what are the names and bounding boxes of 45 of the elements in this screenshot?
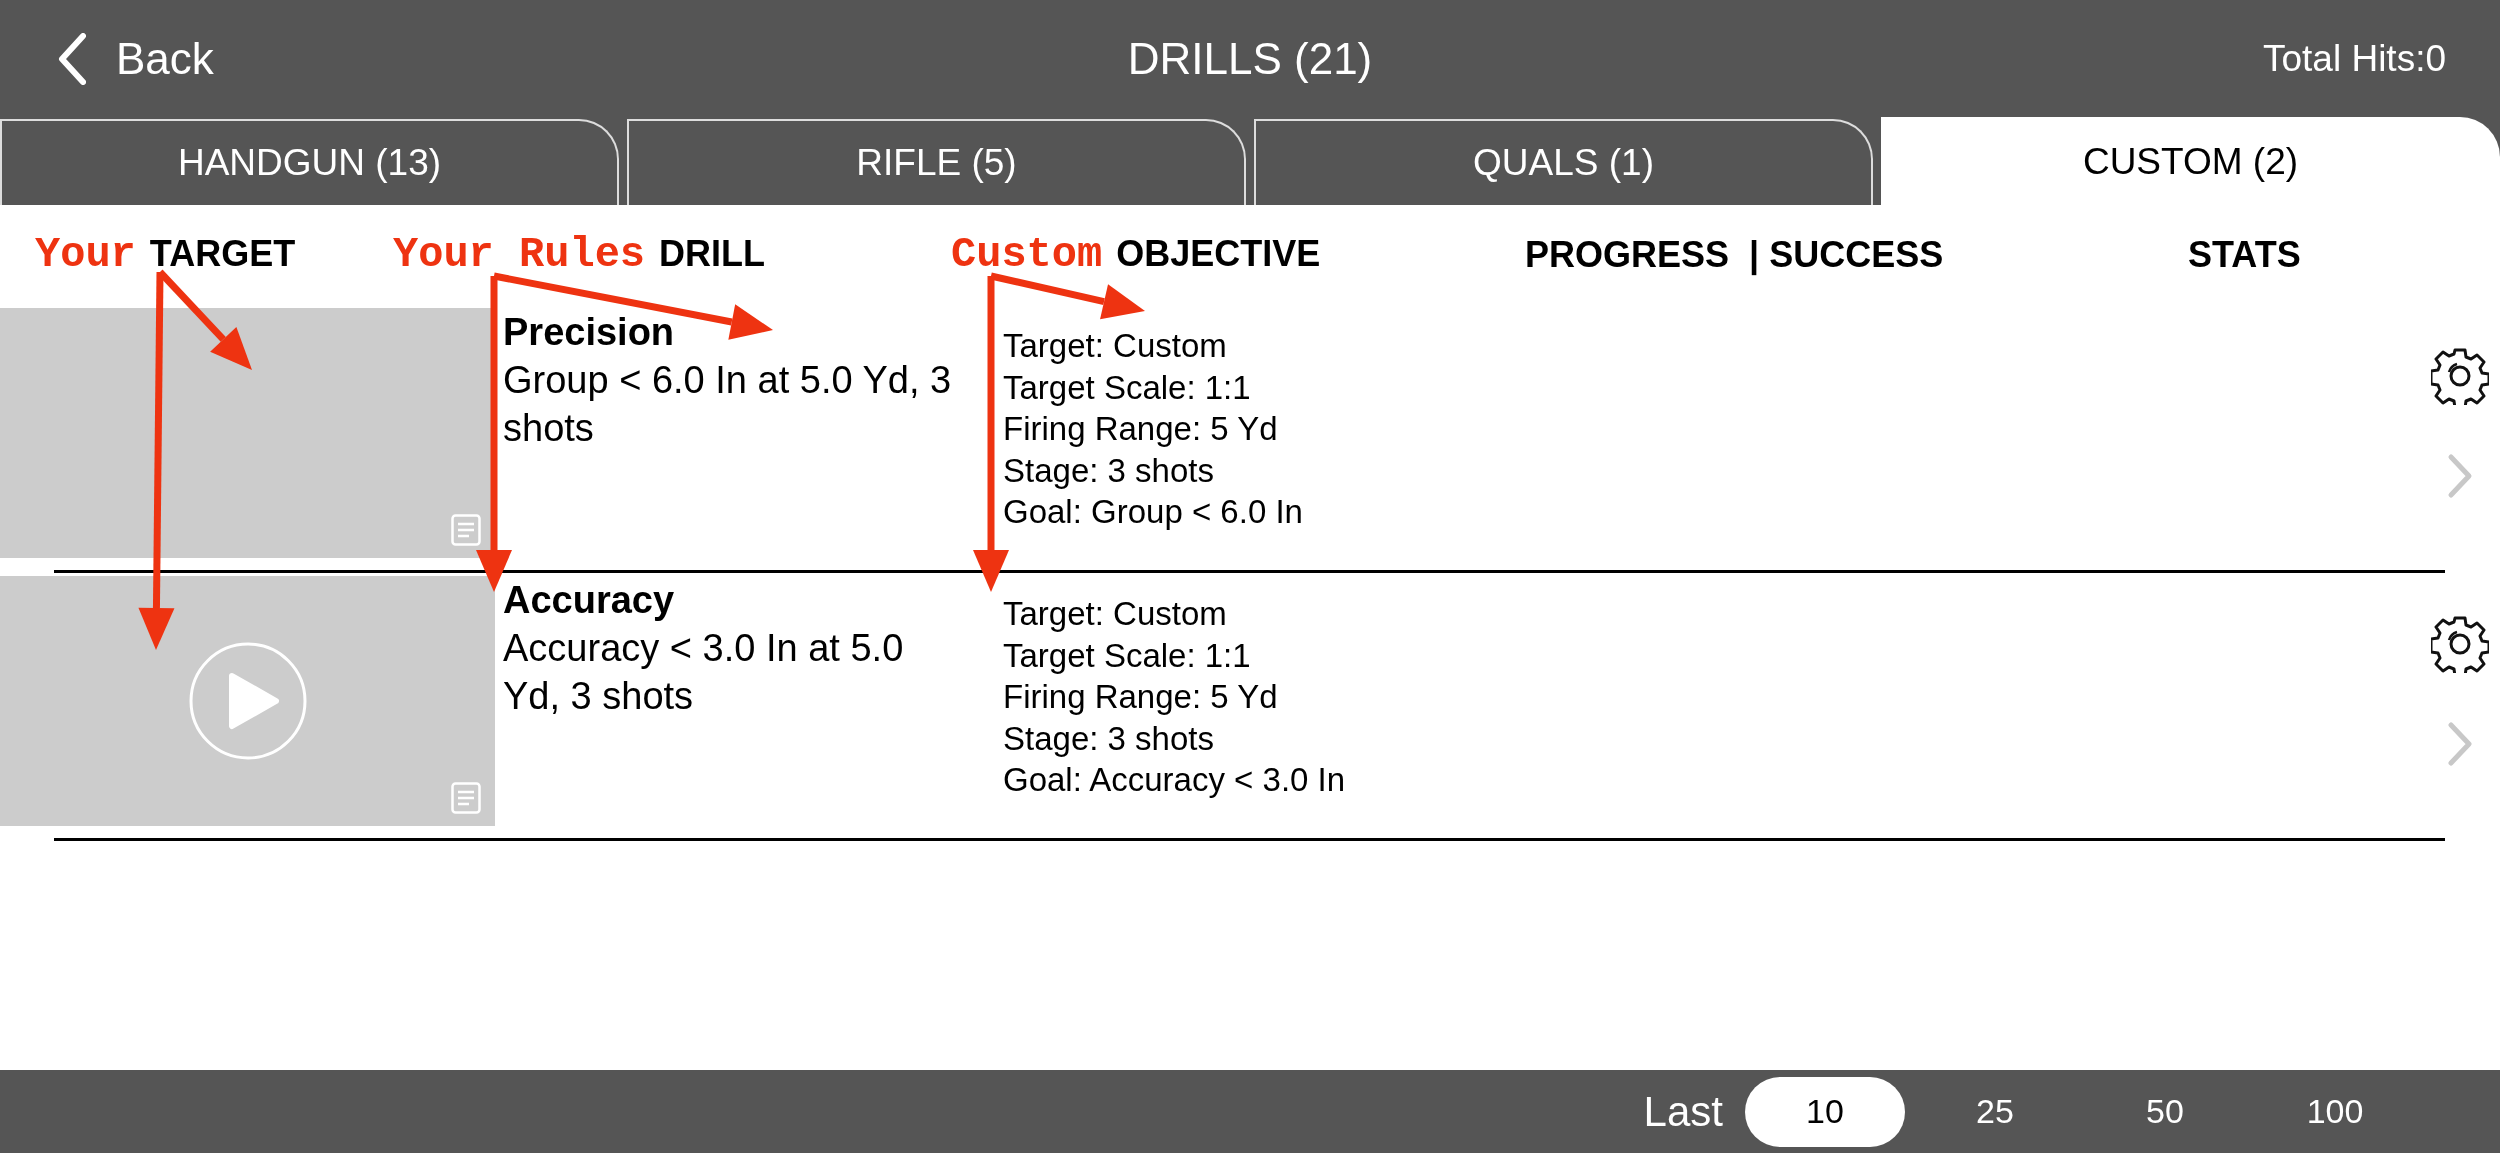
drill-description: Accuracy < 3.0 In at 5.0 Yd, 3 shots [503,627,904,717]
column-heading: TARGET [149,233,296,275]
settings-button[interactable] [2431,347,2489,408]
column-heading: OBJECTIVE [1116,233,1321,275]
objective-line: Target Scale: 1:1 [1003,635,1252,676]
category-tab[interactable]: HANDGUN (13) [0,119,619,205]
drill-name: Accuracy [503,578,676,623]
column-heading: PROGRESS | SUCCESS [1525,234,1944,276]
back-button[interactable]: Back [58,32,214,85]
column-heading: STATS [2188,234,2301,276]
chevron-right-icon [2447,721,2473,767]
objective-line: Target Scale: 1:1 [1003,367,1252,408]
range-label: Last [1643,1087,1723,1136]
objective-line: Stage: 3 shots [1003,450,1215,491]
drill-thumbnail[interactable] [0,576,495,826]
range-option[interactable]: 50 [2085,1076,2245,1147]
objective-line: Firing Range: 5 Yd [1003,409,1279,449]
drill-description: Group < 6.0 In at 5.0 Yd, 3 shots [503,359,952,449]
annotation-label: Your Rules [393,231,646,279]
category-tab[interactable]: CUSTOM (2) [1881,117,2500,205]
range-option[interactable]: 10 [1745,1076,1905,1147]
settings-icon [2431,347,2489,405]
settings-icon [2431,615,2489,673]
settings-button[interactable] [2431,615,2489,676]
screen-title: DRILLS (21) [1127,33,1373,83]
objective-line: Target: Custom [1003,326,1228,366]
column-heading: DRILL [659,233,766,275]
chevron-right-icon [2447,453,2473,499]
document-icon [451,782,481,814]
back-chevron-icon [58,32,86,85]
category-tab[interactable]: QUALS (1) [1254,119,1873,205]
total-hits-label: Total Hits:0 [2263,37,2446,80]
objective-line: Goal: Group < 6.0 In [1003,492,1304,532]
objective-line: Stage: 3 shots [1003,718,1215,759]
objective-line: Firing Range: 5 Yd [1003,677,1279,717]
range-option[interactable]: 100 [2255,1076,2415,1147]
objective-line: Goal: Accuracy < 3.0 In [1003,760,1347,800]
annotation-label: Custom [951,231,1103,279]
document-icon [451,514,481,546]
annotation-label: Your [35,231,136,279]
play-icon[interactable] [187,641,308,761]
drill-name: Precision [503,310,676,355]
objective-line: Target: Custom [1003,594,1228,634]
category-tab[interactable]: RIFLE (5) [627,119,1246,205]
range-option[interactable]: 25 [1915,1076,2075,1147]
